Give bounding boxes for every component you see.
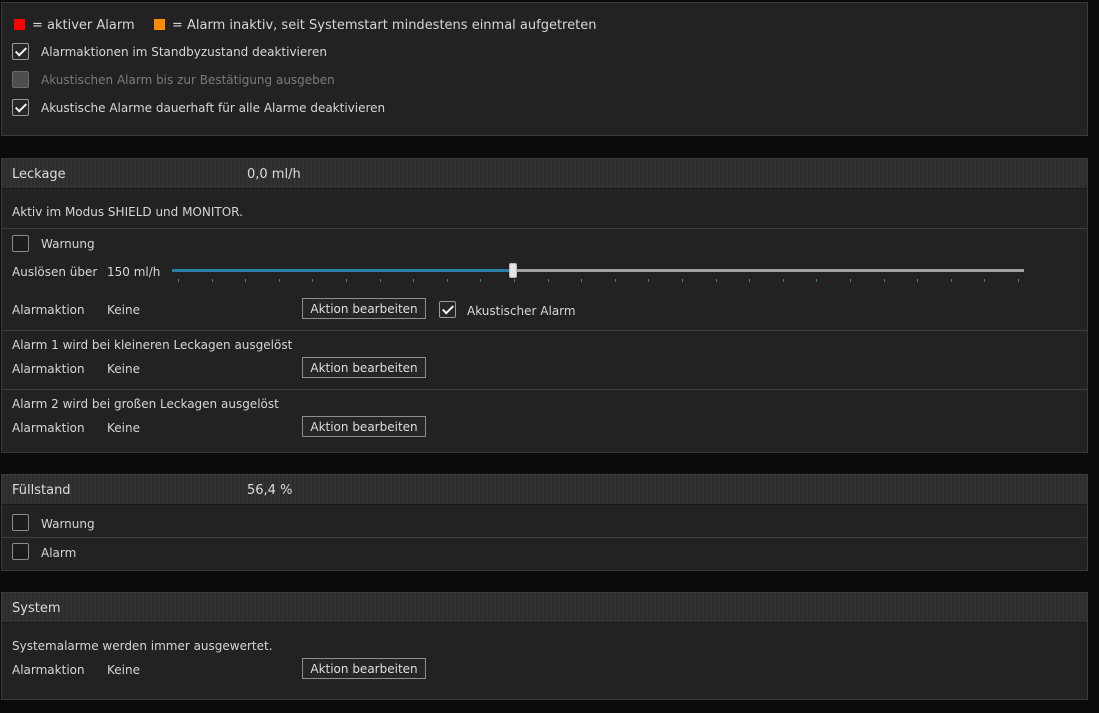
alarm2-action-value: Keine — [107, 421, 140, 435]
inactive-alarm-legend: = Alarm inaktiv, seit Systemstart mindes… — [172, 18, 597, 33]
slider-tick — [548, 279, 549, 282]
slider-tick — [312, 279, 313, 282]
trigger-label: Auslösen über — [12, 265, 98, 279]
system-info: Systemalarme werden immer ausgewertet. — [12, 639, 273, 653]
acoustic-until-confirm-label: Akustischen Alarm bis zur Bestätigung au… — [41, 73, 335, 87]
trigger-value: 150 ml/h — [107, 265, 161, 279]
alarm-action-value: Keine — [107, 303, 140, 317]
slider-tick — [447, 279, 448, 282]
alarm1-description: Alarm 1 wird bei kleineren Leckagen ausg… — [12, 338, 293, 352]
global-options-panel: = aktiver Alarm = Alarm inaktiv, seit Sy… — [1, 2, 1088, 136]
slider-tick — [413, 279, 414, 282]
slider-tick — [850, 279, 851, 282]
slider-tick — [212, 279, 213, 282]
slider-fill — [172, 269, 513, 272]
acoustic-until-confirm-checkbox — [12, 71, 29, 88]
standby-disable-label: Alarmaktionen im Standbyzustand deaktivi… — [41, 45, 327, 59]
inactive-alarm-swatch — [153, 18, 166, 31]
divider — [2, 330, 1087, 331]
leckage-warning-label: Warnung — [41, 237, 95, 251]
acoustic-alarm-checkbox[interactable] — [439, 301, 456, 318]
divider — [2, 537, 1087, 538]
slider-tick — [245, 279, 246, 282]
slider-tick — [816, 279, 817, 282]
system-header: System — [2, 593, 1087, 623]
slider-tick — [514, 279, 515, 282]
slider-tick — [682, 279, 683, 282]
alarm1-edit-action-button[interactable]: Aktion bearbeiten — [302, 357, 426, 378]
fuellstand-alarm-checkbox[interactable] — [12, 543, 29, 560]
system-panel: System Systemalarme werden immer ausgewe… — [1, 592, 1088, 700]
slider-tick — [749, 279, 750, 282]
active-alarm-swatch — [13, 18, 26, 31]
alarm-action-label: Alarmaktion — [12, 303, 85, 317]
acoustic-alarm-label: Akustischer Alarm — [467, 304, 576, 318]
alarm2-edit-action-button[interactable]: Aktion bearbeiten — [302, 416, 426, 437]
alarm1-action-value: Keine — [107, 362, 140, 376]
leckage-warning-checkbox[interactable] — [12, 235, 29, 252]
fuellstand-alarm-label: Alarm — [41, 546, 77, 560]
leckage-value: 0,0 ml/h — [247, 167, 301, 182]
divider — [2, 389, 1087, 390]
acoustic-disable-all-checkbox[interactable] — [12, 99, 29, 116]
system-edit-action-button[interactable]: Aktion bearbeiten — [302, 658, 426, 679]
system-title: System — [12, 601, 61, 616]
slider-tick — [917, 279, 918, 282]
slider-tick — [380, 279, 381, 282]
slider-tick — [346, 279, 347, 282]
leckage-panel: Leckage 0,0 ml/h Aktiv im Modus SHIELD u… — [1, 158, 1088, 453]
slider-tick — [716, 279, 717, 282]
trigger-slider[interactable] — [172, 261, 1024, 285]
slider-tick — [615, 279, 616, 282]
system-alarm-action-label: Alarmaktion — [12, 663, 85, 677]
slider-tick — [648, 279, 649, 282]
alarm2-description: Alarm 2 wird bei großen Leckagen ausgelö… — [12, 397, 279, 411]
fuellstand-warning-label: Warnung — [41, 517, 95, 531]
slider-tick — [480, 279, 481, 282]
slider-tick — [279, 279, 280, 282]
fuellstand-title: Füllstand — [12, 483, 71, 498]
edit-action-button[interactable]: Aktion bearbeiten — [302, 298, 426, 319]
leckage-header: Leckage 0,0 ml/h — [2, 159, 1087, 189]
fuellstand-header: Füllstand 56,4 % — [2, 475, 1087, 505]
fuellstand-warning-checkbox[interactable] — [12, 514, 29, 531]
fuellstand-panel: Füllstand 56,4 % Warnung Alarm — [1, 474, 1088, 571]
slider-tick — [783, 279, 784, 282]
alarm1-action-label: Alarmaktion — [12, 362, 85, 376]
divider — [2, 228, 1087, 229]
alarm2-action-label: Alarmaktion — [12, 421, 85, 435]
slider-thumb[interactable] — [509, 263, 517, 278]
slider-tick — [951, 279, 952, 282]
leckage-info: Aktiv im Modus SHIELD und MONITOR. — [12, 205, 243, 219]
slider-tick — [581, 279, 582, 282]
system-alarm-action-value: Keine — [107, 663, 140, 677]
slider-tick — [178, 279, 179, 282]
acoustic-disable-all-label: Akustische Alarme dauerhaft für alle Ala… — [41, 101, 386, 115]
active-alarm-legend: = aktiver Alarm — [32, 18, 135, 33]
fuellstand-value: 56,4 % — [247, 483, 293, 498]
standby-disable-checkbox[interactable] — [12, 43, 29, 60]
slider-tick — [884, 279, 885, 282]
slider-tick — [1018, 279, 1019, 282]
slider-tick — [984, 279, 985, 282]
leckage-title: Leckage — [12, 167, 66, 182]
